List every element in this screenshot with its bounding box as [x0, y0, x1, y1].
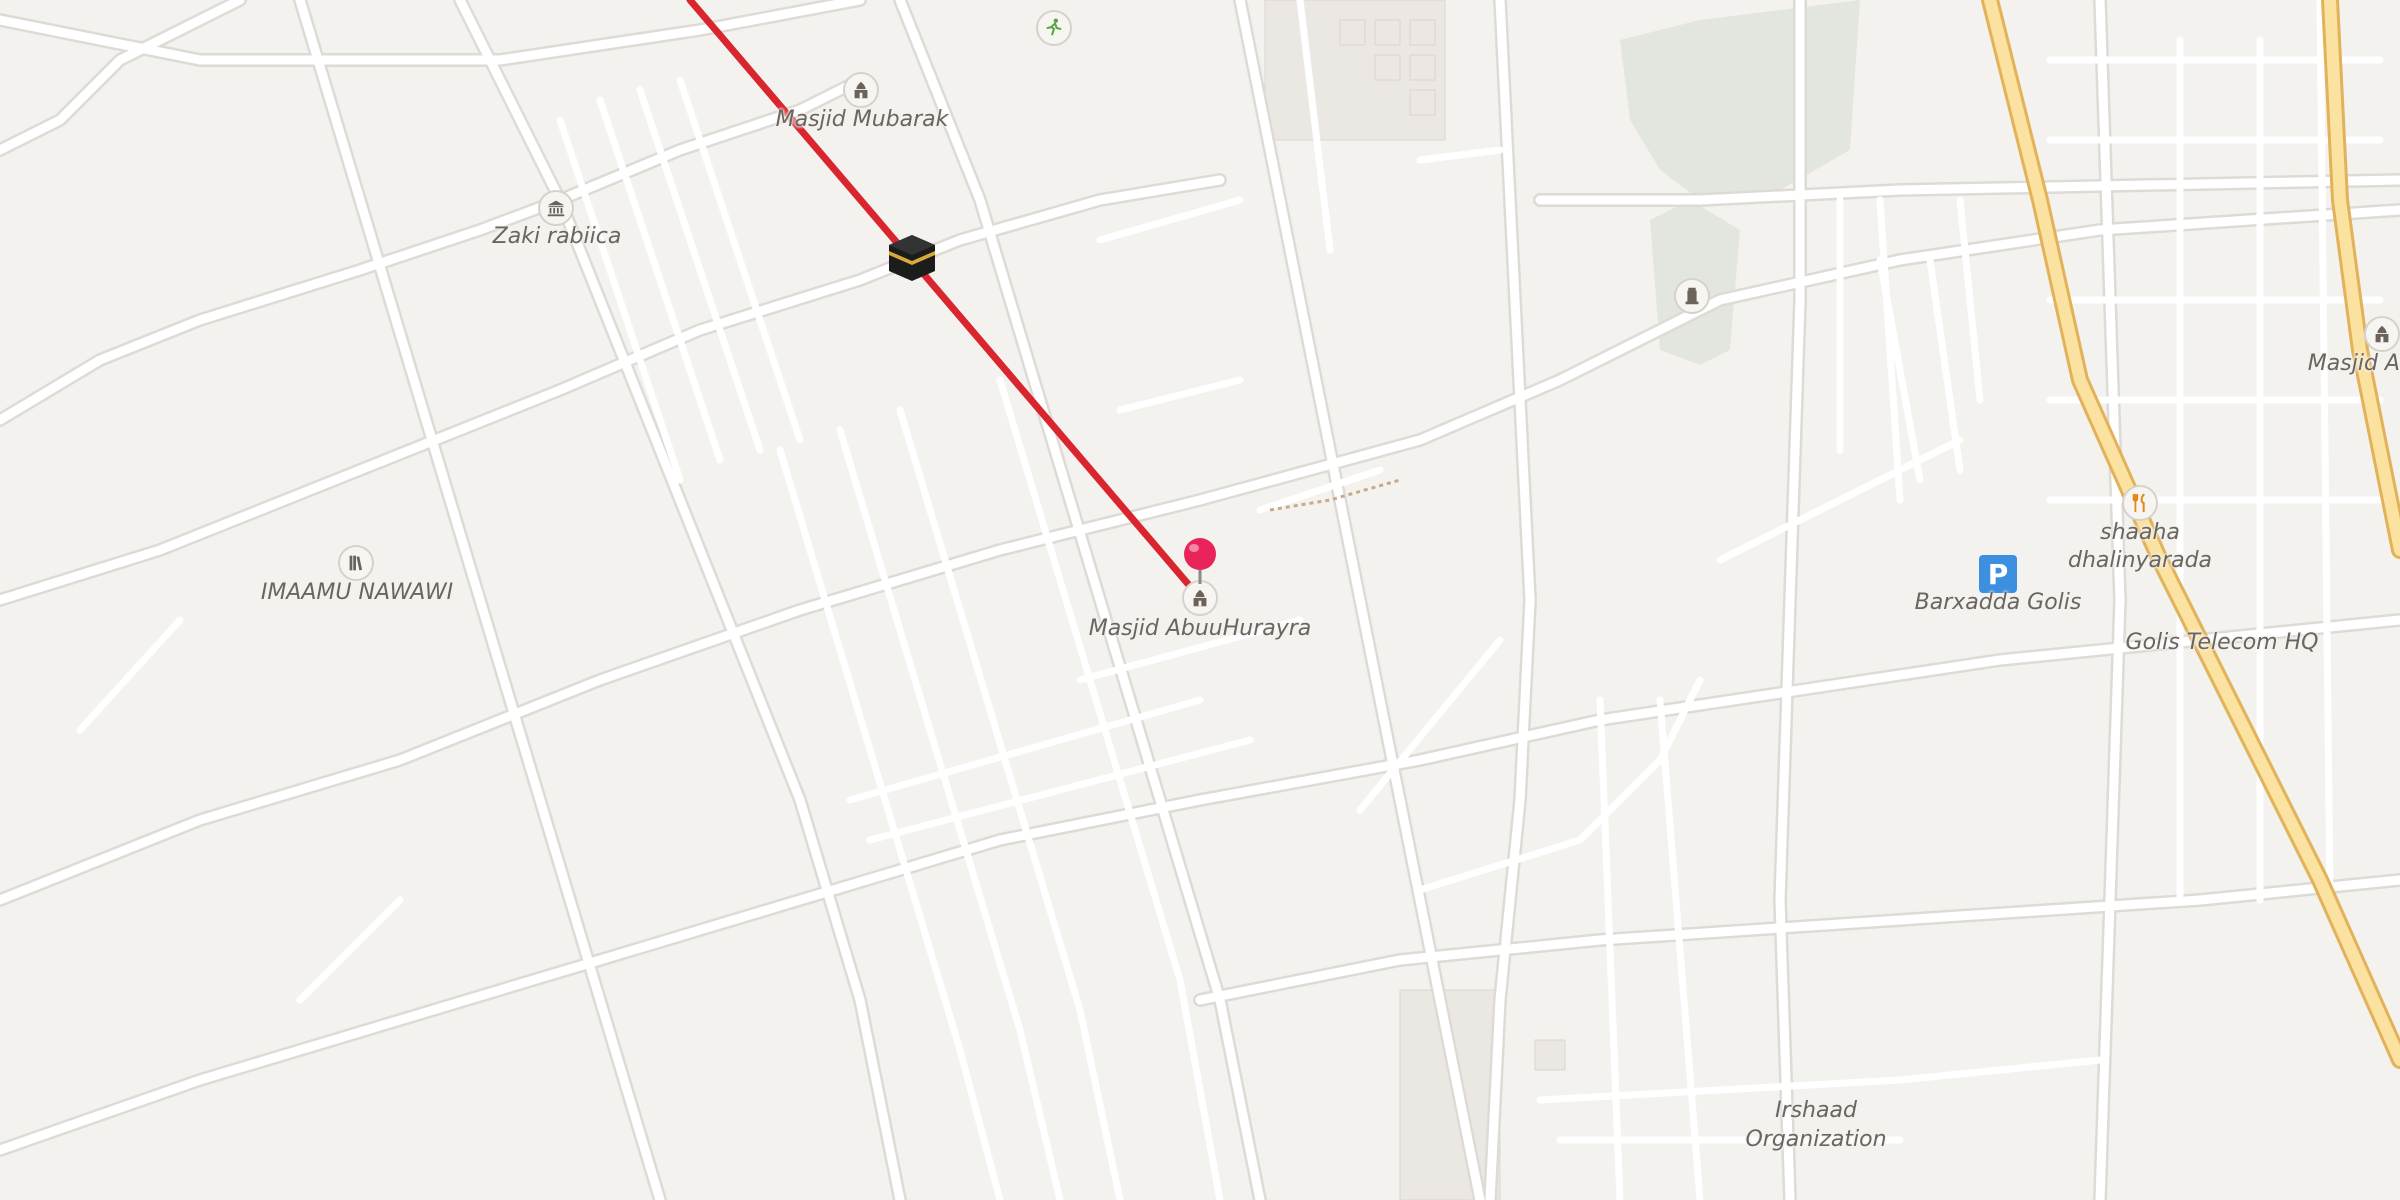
buildings-north [1264, 0, 1446, 141]
museum-icon[interactable] [538, 190, 574, 226]
poi-label-irshaad-line1: Irshaad [1775, 1098, 1857, 1123]
poi-label-zaki-rabiica: Zaki rabiica [492, 224, 622, 249]
library-icon[interactable] [338, 545, 374, 581]
poi-label-golis-telecom: Golis Telecom HQ [2125, 630, 2319, 655]
parking-icon[interactable]: P [1979, 555, 2017, 593]
poi-label-imaamu-nawawi: IMAAMU NAWAWI [260, 580, 454, 605]
qibla-route-line [686, 0, 1204, 602]
poi-label-shaaha-line1: shaaha [2100, 520, 2180, 545]
location-pin-icon[interactable] [1180, 536, 1220, 590]
running-person-icon[interactable] [1036, 10, 1072, 46]
park-area [1620, 0, 1860, 200]
poi-label-masjid-ali: Masjid Ali [2307, 351, 2400, 376]
poi-label-irshaad-line2: Organization [1745, 1127, 1887, 1152]
mosque-icon[interactable] [2364, 316, 2400, 352]
mosque-icon[interactable] [843, 72, 879, 108]
buildings-south [1399, 989, 1566, 1200]
kaaba-icon[interactable] [885, 231, 939, 289]
monument-icon[interactable] [1674, 278, 1710, 314]
poi-label-masjid-mubarak: Masjid Mubarak [775, 107, 949, 132]
map-canvas[interactable]: Masjid Mubarak Zaki rabiica IMAAMU NAWAW… [0, 0, 2400, 1200]
poi-label-barxadda-golis: Barxadda Golis [1914, 590, 2082, 615]
fork-knife-icon[interactable] [2122, 485, 2158, 521]
poi-label-shaaha-line2: dhalinyarada [2067, 548, 2213, 573]
poi-label-masjid-abuuhurayra: Masjid AbuuHurayra [1088, 616, 1312, 641]
